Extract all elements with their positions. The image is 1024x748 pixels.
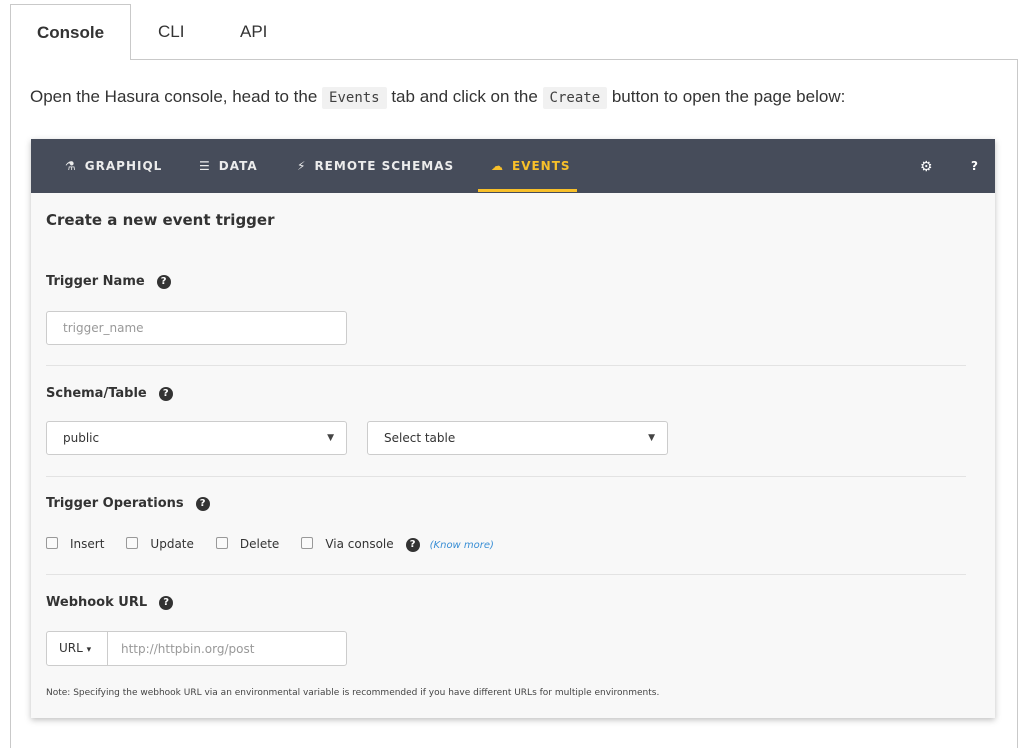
caret-down-icon: ▼ — [327, 433, 334, 443]
plug-icon: ⚡ — [297, 159, 307, 173]
trigger-name-label: Trigger Name? — [46, 274, 171, 289]
tab-console[interactable]: Console — [10, 4, 131, 60]
cloud-icon: ☁ — [491, 159, 504, 173]
label-text: Trigger Operations — [46, 496, 184, 511]
console-navbar: ⚗ GRAPHIQL ☰ DATA ⚡ REMOTE SCHEMAS ☁ EVENTS … — [31, 139, 995, 193]
flask-icon: ⚗ — [65, 159, 77, 173]
delete-label: Delete — [239, 537, 280, 551]
help-icon[interactable]: ? — [195, 497, 210, 511]
label-text: Webhook URL — [46, 595, 148, 610]
divider — [46, 365, 966, 366]
intro-text: Open the Hasura console, head to the Eve… — [30, 87, 846, 109]
page-title: Create a new event trigger — [46, 211, 275, 229]
divider — [46, 574, 966, 575]
help-icon[interactable]: ? — [159, 596, 174, 610]
tab-api[interactable]: API — [240, 4, 267, 60]
nav-data[interactable]: ☰ DATA — [199, 139, 258, 193]
nav-graphiql[interactable]: ⚗ GRAPHIQL — [65, 139, 162, 193]
schema-table-label: Schema/Table? — [46, 386, 173, 401]
help-icon[interactable]: ? — [405, 538, 420, 552]
intro-part: button to open the page below: — [607, 87, 846, 106]
nav-remote-schemas[interactable]: ⚡ REMOTE SCHEMAS — [297, 139, 454, 193]
help-button[interactable]: ? — [971, 139, 978, 193]
nav-label: EVENTS — [512, 159, 571, 173]
webhook-note: Note: Specifying the webhook URL via an … — [46, 688, 660, 698]
insert-label: Insert — [70, 537, 105, 551]
doc-tabs: Console CLI API — [0, 0, 1018, 60]
trigger-operations: Insert Update Delete Via console? (Know more… — [46, 537, 494, 553]
nav-events[interactable]: ☁ EVENTS — [478, 139, 577, 192]
table-value: Select table — [384, 431, 456, 445]
url-type-dropdown[interactable]: URL ▾ — [47, 632, 108, 665]
caret-down-icon: ▾ — [86, 645, 92, 655]
update-label: Update — [150, 537, 194, 551]
via-console-checkbox[interactable] — [301, 537, 314, 549]
url-type-label: URL — [59, 641, 83, 655]
label-text: Schema/Table — [46, 386, 147, 401]
delete-checkbox[interactable] — [215, 537, 228, 549]
nav-label: REMOTE SCHEMAS — [314, 159, 455, 173]
help-icon[interactable]: ? — [158, 387, 173, 401]
via-console-label: Via console — [325, 537, 394, 551]
console-screenshot: ⚗ GRAPHIQL ☰ DATA ⚡ REMOTE SCHEMAS ☁ EVENTS … — [31, 139, 995, 718]
caret-down-icon: ▼ — [648, 433, 655, 443]
table-select[interactable]: Select table ▼ — [367, 421, 668, 455]
label-text: Trigger Name — [46, 274, 145, 289]
trigger-operations-label: Trigger Operations? — [46, 496, 210, 511]
webhook-url-group: URL ▾ — [46, 631, 347, 666]
nav-label: DATA — [218, 159, 258, 173]
update-checkbox[interactable] — [126, 537, 139, 549]
nav-label: GRAPHIQL — [84, 159, 163, 173]
code-events: Events — [322, 87, 387, 109]
webhook-url-input[interactable] — [109, 632, 345, 665]
help-icon[interactable]: ? — [156, 275, 171, 289]
database-icon: ☰ — [199, 159, 211, 173]
know-more-link[interactable]: (Know more) — [430, 540, 494, 551]
schema-value: public — [63, 431, 100, 445]
webhook-url-label: Webhook URL? — [46, 595, 174, 610]
divider — [46, 476, 966, 477]
insert-checkbox[interactable] — [46, 537, 58, 549]
code-create: Create — [542, 87, 608, 109]
intro-part: Open the Hasura console, head to the — [30, 87, 323, 106]
schema-select[interactable]: public ▼ — [46, 421, 347, 455]
tab-cli[interactable]: CLI — [158, 4, 184, 60]
trigger-name-input[interactable] — [46, 311, 347, 345]
gear-icon[interactable]: ⚙ — [920, 139, 933, 193]
intro-part: tab and click on the — [386, 87, 543, 106]
